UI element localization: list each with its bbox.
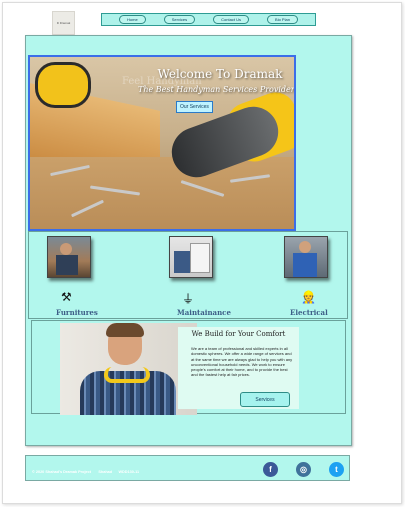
footer: © 2020 Shahad's Dramak Project Shahad WD… [25,455,350,481]
tape-measure-icon [35,62,91,108]
site-logo[interactable]: D Dramak [52,11,75,35]
footer-id: WDD130-11 [118,470,140,474]
service-maintainance[interactable]: ⏚ Maintainance [139,232,239,320]
service-label: Furnitures [56,308,98,317]
footer-copyright: © 2020 Shahad's Dramak Project [32,470,91,474]
headphones-icon [104,367,150,383]
facebook-icon[interactable]: f [263,462,278,477]
maintainance-photo [169,236,213,278]
hero-subtitle: The Best Handyman Services Providers [138,85,296,94]
nav-contact-button[interactable]: Contact Us [213,15,249,24]
our-services-button[interactable]: Our Services [176,101,213,113]
furnitures-photo [47,236,91,278]
hero-banner: Feel Handyman Welcome To Dramak The Best… [28,55,296,231]
handyman-photo [60,323,197,415]
about-title: We Build for Your Comfort [191,330,286,338]
service-label: Maintainance [177,308,231,317]
about-text: We are a team of professional and skille… [191,346,293,378]
person-hair [106,323,144,337]
services-section: ⚒ Furnitures ⏚ Maintainance 👷 Electrical [28,231,348,319]
about-card: We Build for Your Comfort We are a team … [178,327,299,409]
top-navigation: Home Services Contact Us Bio Plan [101,13,316,26]
instagram-icon[interactable]: ◎ [296,462,311,477]
hero-title: Welcome To Dramak [157,67,283,81]
footer-name: Shahad [98,470,113,474]
twitter-icon[interactable]: t [329,462,344,477]
plug-icon: ⏚ [182,292,195,306]
worker-icon: 👷 [301,290,316,304]
nav-services-button[interactable]: Services [163,15,196,24]
service-label: Electrical [290,308,328,317]
tools-icon: ⚒ [61,290,72,304]
nav-home-button[interactable]: Home [119,15,146,24]
footer-text: © 2020 Shahad's Dramak Project Shahad WD… [32,470,139,474]
nav-bio-plan-button[interactable]: Bio Plan [267,15,298,24]
about-services-button[interactable]: Services [240,392,290,407]
electrical-photo [284,236,328,278]
service-electrical[interactable]: 👷 Electrical [244,232,344,320]
service-furnitures[interactable]: ⚒ Furnitures [34,232,134,320]
